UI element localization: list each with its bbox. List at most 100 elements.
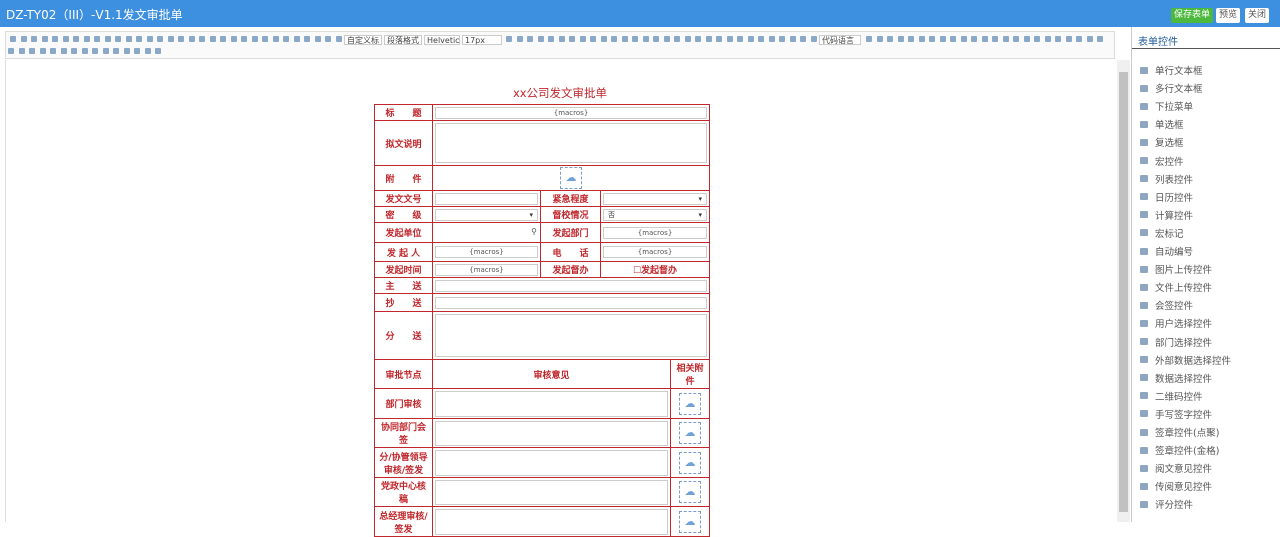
toolbar-icon[interactable]	[600, 36, 607, 42]
toolbar-icon[interactable]	[695, 36, 701, 42]
toolbar-icon[interactable]	[10, 36, 16, 42]
control-item[interactable]: 多行文本框	[1140, 80, 1203, 96]
opinion-textarea[interactable]	[435, 420, 668, 446]
toolbar-icon[interactable]	[304, 36, 310, 42]
control-item[interactable]: 阅文意见控件	[1140, 460, 1212, 476]
toolbar-icon[interactable]	[653, 36, 659, 42]
toolbar-icon[interactable]	[73, 36, 79, 42]
initiator-field[interactable]: {macros}	[435, 246, 538, 258]
toolbar-icon[interactable]	[81, 48, 88, 54]
picker-icon[interactable]: ⚲	[531, 227, 537, 236]
toolbar-icon[interactable]	[283, 36, 289, 42]
control-item[interactable]: 列表控件	[1140, 171, 1193, 187]
toolbar-icon[interactable]	[178, 36, 184, 42]
toolbar-icon[interactable]	[569, 36, 575, 42]
attachment-upload-icon[interactable]: ☁	[679, 392, 702, 415]
toolbar-icon[interactable]	[866, 36, 872, 42]
toolbar-icon[interactable]	[144, 48, 151, 54]
secret-select[interactable]	[435, 208, 538, 221]
toolbar-icon[interactable]	[39, 48, 46, 54]
toolbar-icon[interactable]	[897, 36, 904, 42]
toolbar-icon[interactable]	[674, 36, 680, 42]
toolbar-icon[interactable]	[41, 36, 48, 42]
toolbar-icon[interactable]	[768, 36, 775, 42]
control-item[interactable]: 计算控件	[1140, 207, 1193, 223]
control-item[interactable]: 自动编号	[1140, 243, 1193, 259]
control-item[interactable]: 单行文本框	[1140, 62, 1203, 78]
save-form-button[interactable]: 保存表单	[1171, 8, 1214, 23]
toolbar-icon[interactable]	[747, 36, 754, 42]
toolbar-icon[interactable]	[155, 48, 161, 54]
toolbar-icon[interactable]	[1076, 36, 1082, 42]
urgency-select[interactable]	[603, 192, 708, 205]
code-language-select[interactable]: 代码语言	[819, 35, 861, 45]
control-item[interactable]: 下拉菜单	[1140, 98, 1193, 114]
toolbar-icon[interactable]	[115, 36, 121, 42]
toolbar-icon[interactable]	[1034, 36, 1040, 42]
toolbar-icon[interactable]	[887, 36, 893, 42]
toolbar-icon[interactable]	[1055, 36, 1061, 42]
opinion-textarea[interactable]	[435, 390, 668, 417]
control-item[interactable]: 会签控件	[1140, 297, 1193, 313]
toolbar-icon[interactable]	[506, 36, 512, 42]
toolbar-icon[interactable]	[632, 36, 638, 42]
attachment-upload-icon[interactable]: ☁	[679, 451, 702, 474]
control-item[interactable]: 单选框	[1140, 116, 1184, 132]
toolbar-icon[interactable]	[157, 36, 163, 42]
control-item[interactable]: 签章控件(点聚)	[1140, 424, 1219, 440]
control-item[interactable]: 外部数据选择控件	[1140, 352, 1231, 368]
toolbar-icon[interactable]	[800, 36, 806, 42]
toolbar-icon[interactable]	[642, 36, 649, 42]
sup2-checkbox[interactable]: ☐发起督办	[599, 261, 711, 278]
toolbar-icon[interactable]	[548, 36, 554, 42]
toolbar-icon[interactable]	[1002, 36, 1009, 42]
toolbar-icon[interactable]	[134, 48, 140, 54]
toolbar-icon[interactable]	[737, 36, 743, 42]
toolbar-icon[interactable]	[621, 36, 628, 42]
control-item[interactable]: 部门选择控件	[1140, 334, 1212, 350]
attachment-upload-icon[interactable]: ☁	[679, 422, 702, 444]
toolbar-icon[interactable]	[241, 36, 247, 42]
opinion-textarea[interactable]	[435, 479, 668, 505]
toolbar-icon[interactable]	[810, 36, 817, 42]
toolbar-icon[interactable]	[516, 36, 523, 42]
preview-button[interactable]: 预览	[1216, 8, 1241, 23]
toolbar-icon[interactable]	[789, 36, 796, 42]
font-select[interactable]: Helvetic	[424, 35, 460, 45]
toolbar-icon[interactable]	[537, 36, 544, 42]
control-item[interactable]: 复选框	[1140, 134, 1184, 150]
paragraph-select[interactable]: 段落格式	[384, 35, 422, 45]
toolbar-icon[interactable]	[199, 36, 205, 42]
toolbar-icon[interactable]	[230, 36, 237, 42]
main-to-field[interactable]	[435, 279, 708, 292]
toolbar-icon[interactable]	[20, 36, 27, 42]
toolbar-icon[interactable]	[113, 48, 119, 54]
toolbar-icon[interactable]	[981, 36, 988, 42]
toolbar-icon[interactable]	[1044, 36, 1051, 42]
toolbar-icon[interactable]	[146, 36, 153, 42]
cc-field[interactable]	[435, 296, 708, 309]
toolbar-icon[interactable]	[251, 36, 258, 42]
control-item[interactable]: 评分控件	[1140, 496, 1193, 512]
control-item[interactable]: 数据选择控件	[1140, 370, 1212, 386]
font-size-select[interactable]: 17px	[462, 35, 502, 45]
toolbar-icon[interactable]	[558, 36, 565, 42]
control-item[interactable]: 用户选择控件	[1140, 315, 1212, 331]
close-button[interactable]: 关闭	[1245, 8, 1270, 23]
toolbar-icon[interactable]	[1013, 36, 1019, 42]
toolbar-icon[interactable]	[60, 48, 67, 54]
toolbar-icon[interactable]	[92, 48, 98, 54]
toolbar-icon[interactable]	[1097, 36, 1103, 42]
custom-style-select[interactable]: 自定义标	[344, 35, 382, 45]
control-item[interactable]: 日历控件	[1140, 189, 1193, 205]
toolbar-icon[interactable]	[705, 36, 712, 42]
phone-field[interactable]: {macros}	[603, 246, 708, 258]
subject-field[interactable]: {macros}	[435, 106, 708, 119]
attachment-upload-icon[interactable]: ☁	[560, 167, 583, 189]
toolbar-icon[interactable]	[684, 36, 691, 42]
toolbar-icon[interactable]	[52, 36, 58, 42]
toolbar-icon[interactable]	[960, 36, 967, 42]
toolbar-icon[interactable]	[579, 36, 586, 42]
toolbar-icon[interactable]	[779, 36, 785, 42]
toolbar-icon[interactable]	[18, 48, 25, 54]
